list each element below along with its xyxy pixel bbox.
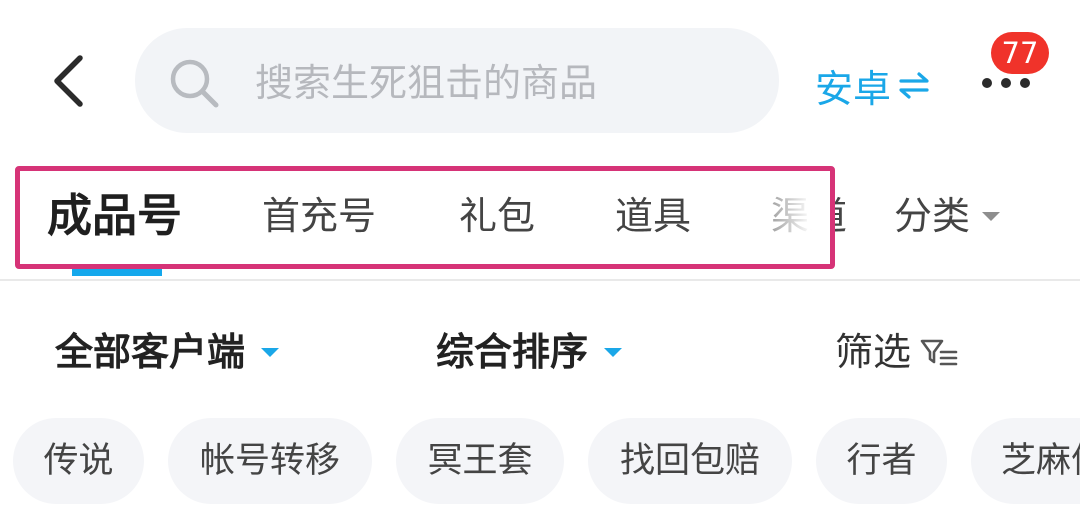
filter-label: 筛选	[835, 330, 912, 374]
more-dot	[1020, 78, 1030, 88]
more-dot	[1001, 78, 1011, 88]
search-placeholder: 搜索生死狙击的商品	[255, 61, 598, 105]
back-button[interactable]	[42, 48, 102, 114]
notification-badge: 77	[991, 32, 1049, 74]
swap-icon	[899, 72, 929, 99]
client-filter-label: 全部客户端	[55, 330, 246, 374]
chip-tag[interactable]: 冥王套	[396, 418, 564, 504]
more-dots-icon	[982, 78, 992, 88]
caret-down-icon	[261, 347, 280, 357]
page: 搜索生死狙击的商品 安卓 77 成品号 首充号 礼包 道具 渠道 分类 全部客户…	[0, 0, 1080, 516]
caret-down-icon	[604, 347, 623, 357]
sort-dropdown[interactable]: 综合排序	[436, 324, 623, 380]
chip-tag[interactable]: 行者	[816, 418, 947, 504]
active-tab-indicator	[72, 268, 162, 276]
platform-switch-button[interactable]: 安卓	[815, 60, 931, 111]
chevron-left-icon	[54, 55, 83, 107]
platform-label: 安卓	[815, 66, 892, 111]
divider	[0, 279, 1080, 281]
chip-tag[interactable]: 传说	[13, 418, 144, 504]
chip-tag[interactable]: 芝麻信用	[971, 418, 1080, 504]
category-dropdown[interactable]: 分类	[894, 186, 1001, 246]
tabs-highlight-box	[15, 166, 835, 269]
search-icon	[168, 57, 222, 111]
filter-funnel-icon	[920, 339, 958, 366]
chip-tag[interactable]: 帐号转移	[168, 418, 372, 504]
filter-button[interactable]: 筛选	[835, 324, 959, 380]
chip-tag[interactable]: 找回包赔	[588, 418, 792, 504]
sort-label: 综合排序	[436, 330, 589, 374]
client-filter-dropdown[interactable]: 全部客户端	[55, 324, 280, 380]
caret-down-icon	[982, 211, 1001, 221]
category-label: 分类	[894, 194, 971, 238]
